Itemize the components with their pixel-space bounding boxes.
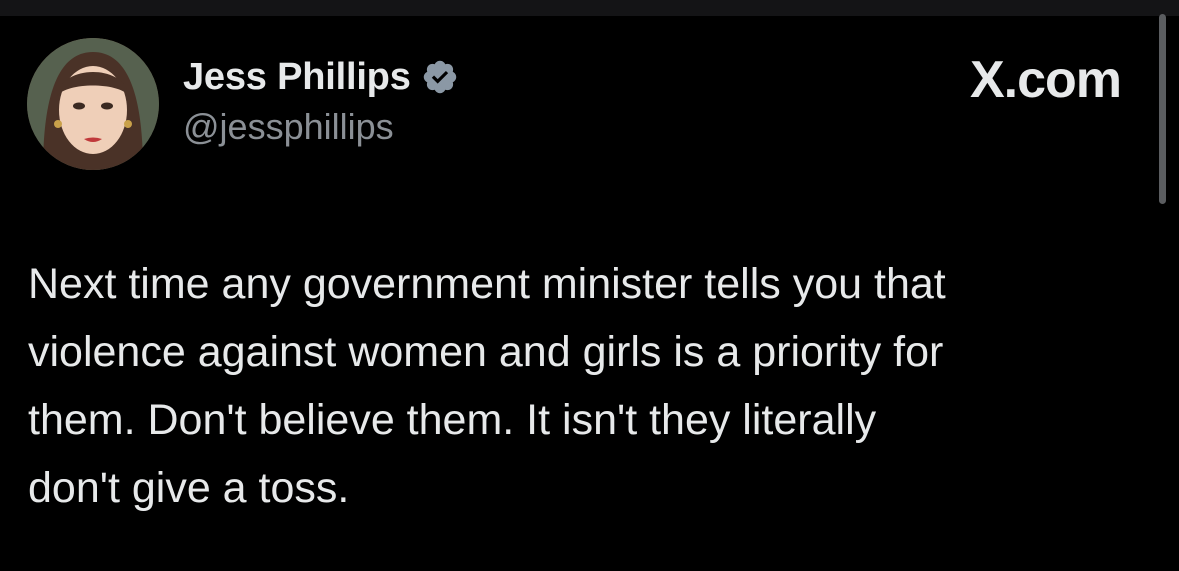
author-block: Jess Phillips @jessphillips <box>183 54 459 148</box>
top-bar <box>0 0 1179 16</box>
scrollbar[interactable] <box>1159 14 1166 204</box>
verified-badge-icon <box>421 58 459 96</box>
avatar[interactable] <box>27 38 159 170</box>
x-brand-label: X.com <box>969 51 1122 109</box>
user-handle[interactable]: @jessphillips <box>183 106 459 148</box>
display-name[interactable]: Jess Phillips <box>183 56 411 99</box>
tweet-text: Next time any government minister tells … <box>28 260 946 512</box>
name-row: Jess Phillips <box>183 54 459 100</box>
